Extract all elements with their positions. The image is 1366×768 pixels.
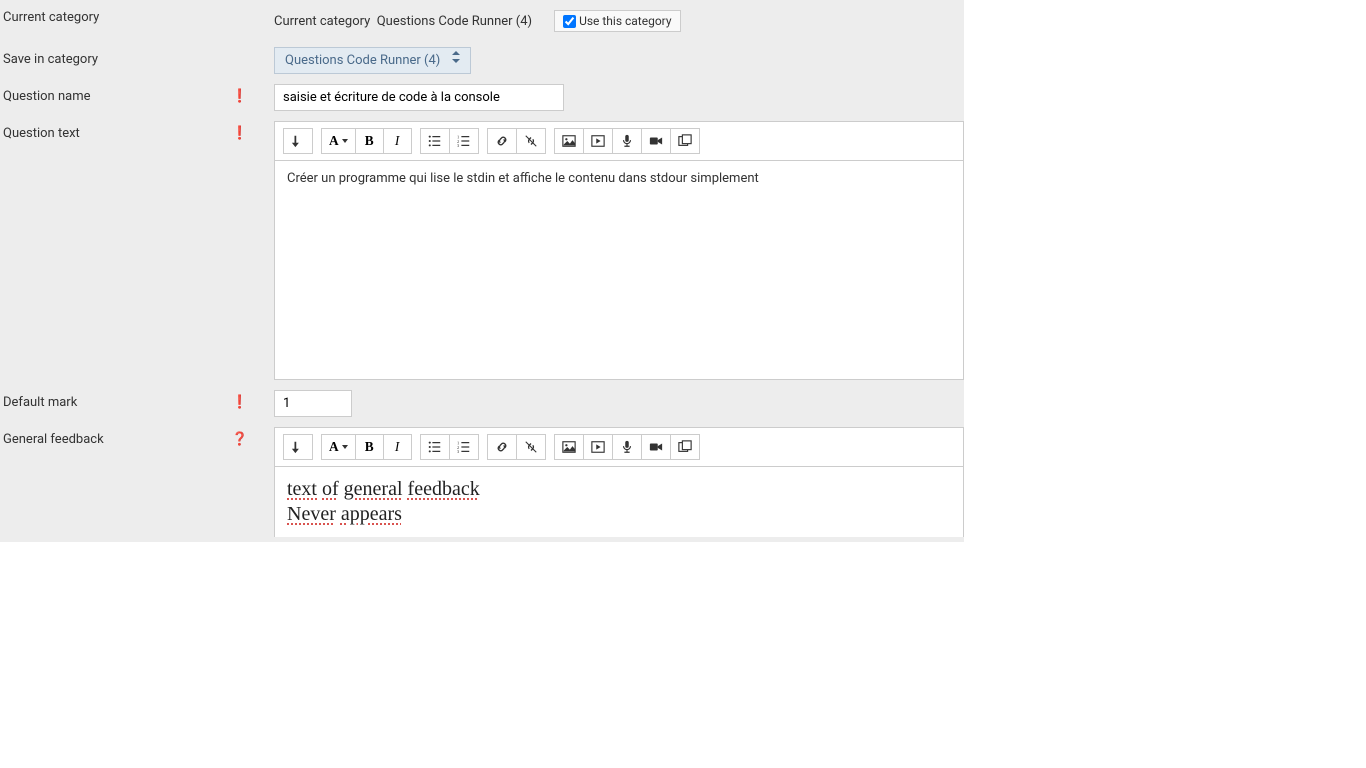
record-audio-button[interactable] — [613, 128, 642, 154]
general-feedback-editor: A B I 123 — [274, 427, 964, 537]
use-this-category-toggle[interactable]: Use this category — [554, 10, 680, 32]
manage-files-button[interactable] — [671, 434, 700, 460]
question-name-input[interactable] — [274, 84, 564, 111]
label-current-category-text: Current category — [3, 10, 99, 25]
record-video-button[interactable] — [642, 128, 671, 154]
unlink-button[interactable] — [517, 128, 546, 154]
label-question-name: Question name ❗ — [0, 79, 274, 114]
required-icon: ❗ — [232, 89, 248, 104]
question-text-content[interactable]: Créer un programme qui lise le stdin et … — [275, 161, 963, 379]
toggle-toolbar-button[interactable] — [283, 128, 313, 154]
numbered-list-button[interactable]: 123 — [450, 128, 479, 154]
required-icon: ❗ — [232, 395, 248, 410]
label-default-mark: Default mark ❗ — [0, 385, 274, 420]
record-video-button[interactable] — [642, 434, 671, 460]
record-audio-button[interactable] — [613, 434, 642, 460]
editor-toolbar: A B I 123 — [275, 122, 963, 161]
svg-text:3: 3 — [457, 449, 460, 454]
use-this-category-checkbox[interactable] — [563, 15, 576, 28]
bold-button[interactable]: B — [356, 128, 384, 154]
general-feedback-content[interactable]: text of general feedback Never appears — [275, 467, 963, 537]
label-question-text: Question text ❗ — [0, 116, 274, 151]
label-general-feedback: General feedback ❓ — [0, 422, 274, 457]
media-button[interactable] — [584, 128, 613, 154]
paragraph-style-button[interactable]: A — [321, 434, 356, 460]
default-mark-input[interactable] — [274, 390, 352, 417]
label-current-category: Current category — [0, 0, 274, 35]
link-button[interactable] — [487, 128, 517, 154]
use-this-category-label: Use this category — [579, 14, 671, 28]
editor-toolbar: A B I 123 — [275, 428, 963, 467]
current-category-display: Current category Questions Code Runner (… — [274, 14, 532, 29]
link-button[interactable] — [487, 434, 517, 460]
manage-files-button[interactable] — [671, 128, 700, 154]
italic-button[interactable]: I — [384, 128, 412, 154]
help-icon[interactable]: ❓ — [232, 432, 248, 447]
bold-button[interactable]: B — [356, 434, 384, 460]
bullet-list-button[interactable] — [420, 434, 450, 460]
label-save-in-category: Save in category — [0, 42, 274, 77]
paragraph-style-button[interactable]: A — [321, 128, 356, 154]
image-button[interactable] — [554, 434, 584, 460]
toggle-toolbar-button[interactable] — [283, 434, 313, 460]
bullet-list-button[interactable] — [420, 128, 450, 154]
question-text-editor: A B I 123 — [274, 121, 964, 380]
italic-button[interactable]: I — [384, 434, 412, 460]
media-button[interactable] — [584, 434, 613, 460]
unlink-button[interactable] — [517, 434, 546, 460]
numbered-list-button[interactable]: 123 — [450, 434, 479, 460]
svg-text:3: 3 — [457, 143, 460, 148]
image-button[interactable] — [554, 128, 584, 154]
required-icon: ❗ — [232, 126, 248, 141]
save-in-category-select[interactable]: Questions Code Runner (4) — [274, 47, 471, 74]
